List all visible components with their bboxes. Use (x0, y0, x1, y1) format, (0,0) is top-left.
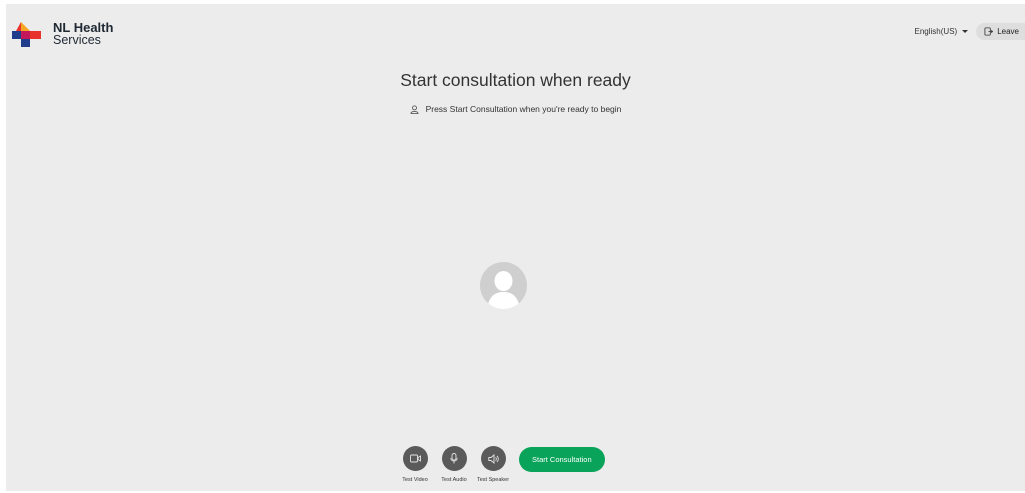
leave-button[interactable]: Leave (976, 22, 1025, 40)
media-controls: Test Video Test Audio Test Speaker Start… (401, 446, 605, 483)
language-label: English(US) (914, 26, 958, 36)
language-selector[interactable]: English(US) (915, 27, 969, 36)
brand-line-2: Services (53, 33, 101, 47)
test-video-label: Test Video (402, 477, 428, 483)
test-audio-button[interactable] (441, 446, 467, 471)
nl-health-logo (12, 22, 41, 47)
test-audio-control: Test Audio (440, 446, 468, 483)
video-icon (409, 454, 421, 463)
leave-icon (984, 26, 994, 36)
avatar-placeholder (480, 262, 527, 309)
instruction-label: Press Start Consultation when you're rea… (425, 104, 622, 114)
consultation-waiting-screen: NL Health Services English(US) Leave Sta… (6, 4, 1025, 491)
test-video-control: Test Video (401, 446, 429, 483)
test-speaker-control: Test Speaker (476, 446, 510, 483)
test-audio-label: Test Audio (441, 477, 467, 483)
leave-label: Leave (997, 26, 1019, 36)
caret-down-icon (962, 29, 969, 33)
test-speaker-label: Test Speaker (476, 477, 510, 483)
avatar-silhouette (487, 271, 520, 309)
instruction-text: Press Start Consultation when you're rea… (6, 104, 1025, 114)
microphone-icon (450, 453, 458, 464)
start-consultation-button[interactable]: Start Consultation (519, 447, 605, 472)
header-actions: English(US) Leave (915, 21, 1025, 41)
page-title: Start consultation when ready (400, 70, 631, 90)
speaker-icon (487, 453, 499, 464)
test-speaker-button[interactable] (480, 446, 506, 471)
brand-name: NL Health Services (53, 21, 113, 47)
user-icon (409, 104, 419, 114)
test-video-button[interactable] (402, 446, 428, 471)
